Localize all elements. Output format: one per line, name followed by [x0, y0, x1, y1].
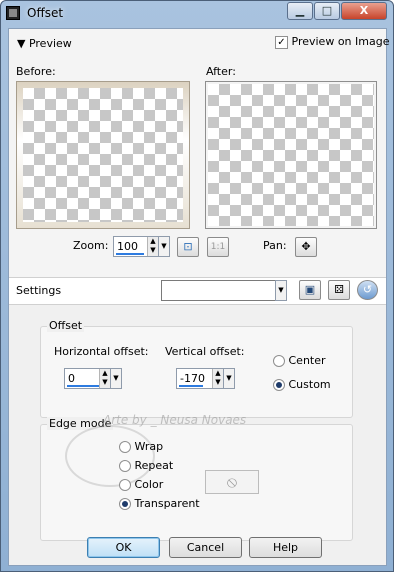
save-preset-button[interactable]: ▣	[299, 280, 321, 300]
spin-up-icon[interactable]: ▲	[213, 369, 223, 378]
horizontal-offset-label: Horizontal offset:	[54, 345, 149, 358]
preview-on-image-option[interactable]: ✓ Preview on Image	[275, 35, 389, 49]
spin-up-icon[interactable]: ▲	[100, 369, 110, 378]
zoom-1-to-1-button[interactable]: 1:1	[207, 237, 229, 257]
center-radio[interactable]	[273, 355, 285, 367]
window-title: Offset	[27, 6, 64, 20]
move-icon: ✥	[301, 240, 311, 253]
zoom-input[interactable]: 100 ▲ ▼	[113, 236, 159, 257]
spin-down-icon[interactable]: ▼	[148, 246, 158, 255]
chevron-down-icon: ▼	[278, 286, 284, 294]
zoom-label: Zoom:	[73, 239, 109, 252]
ok-button[interactable]: OK	[87, 537, 160, 558]
preview-on-image-checkbox[interactable]: ✓	[275, 35, 288, 49]
custom-radio[interactable]	[273, 379, 285, 391]
edge-color-radio[interactable]	[119, 479, 131, 491]
vertical-offset-input[interactable]: -170 ▲ ▼	[176, 368, 224, 389]
zoom-dropdown-button[interactable]: ▼	[158, 236, 170, 257]
zoom-value: 100	[117, 240, 138, 253]
maximize-icon: □	[321, 4, 333, 17]
custom-option[interactable]: Custom	[273, 378, 331, 391]
dialog-client-area: ▼ Preview ✓ Preview on Image Before: Aft…	[8, 28, 389, 566]
maximize-button[interactable]: □	[314, 2, 340, 20]
zoom-spinner[interactable]: ▲ ▼	[147, 237, 158, 256]
close-icon: X	[359, 4, 369, 17]
horizontal-offset-input[interactable]: 0 ▲ ▼	[64, 368, 111, 389]
before-checkerboard	[23, 88, 183, 222]
settings-label: Settings	[16, 284, 62, 297]
floppy-disk-icon: ▣	[304, 283, 316, 296]
before-label: Before:	[16, 65, 56, 78]
edge-color-option[interactable]: Color	[119, 478, 163, 491]
center-label: Center	[288, 354, 326, 367]
spin-down-icon[interactable]: ▼	[213, 378, 223, 387]
offset-group: Offset Horizontal offset: 0 ▲ ▼ ▼ Vertica…	[40, 319, 353, 418]
title-bar[interactable]: Offset ▁ □ X	[1, 1, 393, 27]
chevron-down-icon: ▼	[161, 242, 167, 250]
after-label: After:	[206, 65, 236, 78]
preset-dropdown-button[interactable]: ▼	[275, 280, 287, 301]
cancel-button[interactable]: Cancel	[169, 537, 242, 558]
horizontal-offset-spinner[interactable]: ▲ ▼	[99, 369, 110, 388]
offset-group-title: Offset	[47, 319, 85, 332]
edge-repeat-label: Repeat	[134, 459, 174, 472]
edge-repeat-option[interactable]: Repeat	[119, 459, 173, 472]
vertical-offset-dropdown[interactable]: ▼	[223, 368, 235, 389]
disabled-icon: ⦸	[226, 472, 238, 491]
spin-down-icon[interactable]: ▼	[100, 378, 110, 387]
after-preview[interactable]	[205, 81, 377, 229]
preset-select[interactable]	[161, 280, 276, 301]
pan-button[interactable]: ✥	[295, 237, 317, 257]
reset-arrow-icon: ↺	[362, 283, 373, 296]
after-checkerboard	[208, 84, 374, 226]
offset-dialog-window: Offset ▁ □ X ▼ Preview ✓ Preview on Imag…	[0, 0, 394, 572]
edge-color-swatch[interactable]: ⦸	[205, 470, 259, 494]
horizontal-offset-value: 0	[68, 372, 75, 385]
edge-transparent-option[interactable]: Transparent	[119, 497, 200, 510]
edge-repeat-radio[interactable]	[119, 460, 131, 472]
zoom-to-fit-button[interactable]: ⊡	[177, 237, 199, 257]
edge-mode-group: Edge mode Arte by _ Neusa Novaes Wrap Re…	[40, 413, 353, 541]
before-preview[interactable]	[16, 81, 190, 229]
edge-wrap-option[interactable]: Wrap	[119, 440, 163, 453]
preview-on-image-label: Preview on Image	[291, 35, 390, 48]
preview-toggle[interactable]: ▼ Preview	[17, 37, 72, 50]
edge-wrap-label: Wrap	[134, 440, 164, 453]
dice-icon: ⚄	[334, 283, 344, 296]
close-button[interactable]: X	[341, 2, 387, 20]
vertical-offset-underline	[179, 385, 203, 387]
vertical-offset-value: -170	[180, 372, 205, 385]
chevron-down-icon: ▼	[113, 374, 119, 382]
app-icon	[6, 6, 20, 20]
edge-wrap-radio[interactable]	[119, 441, 131, 453]
custom-label: Custom	[288, 378, 331, 391]
chevron-down-icon: ▼	[226, 374, 232, 382]
edge-color-label: Color	[134, 478, 164, 491]
randomize-button[interactable]: ⚄	[328, 280, 350, 300]
minimize-icon: ▁	[295, 4, 305, 17]
vertical-offset-label: Vertical offset:	[165, 345, 245, 358]
pan-label: Pan:	[263, 239, 287, 252]
minimize-button[interactable]: ▁	[287, 2, 313, 20]
vertical-offset-spinner[interactable]: ▲ ▼	[212, 369, 223, 388]
horizontal-offset-underline	[67, 385, 101, 387]
zoom-underline	[116, 253, 144, 255]
watermark-text: Arte by _ Neusa Novaes	[103, 413, 247, 427]
edge-transparent-radio[interactable]	[119, 498, 131, 510]
help-button[interactable]: Help	[249, 537, 322, 558]
spin-up-icon[interactable]: ▲	[148, 237, 158, 246]
fit-view-icon: ⊡	[183, 240, 193, 253]
center-option[interactable]: Center	[273, 354, 326, 367]
preview-section: ▼ Preview ✓ Preview on Image Before: Aft…	[9, 29, 389, 297]
edge-transparent-label: Transparent	[134, 497, 200, 510]
reset-button[interactable]: ↺	[357, 280, 378, 300]
horizontal-offset-dropdown[interactable]: ▼	[110, 368, 122, 389]
settings-bar: Settings ▼ ▣ ⚄ ↺	[9, 277, 386, 305]
